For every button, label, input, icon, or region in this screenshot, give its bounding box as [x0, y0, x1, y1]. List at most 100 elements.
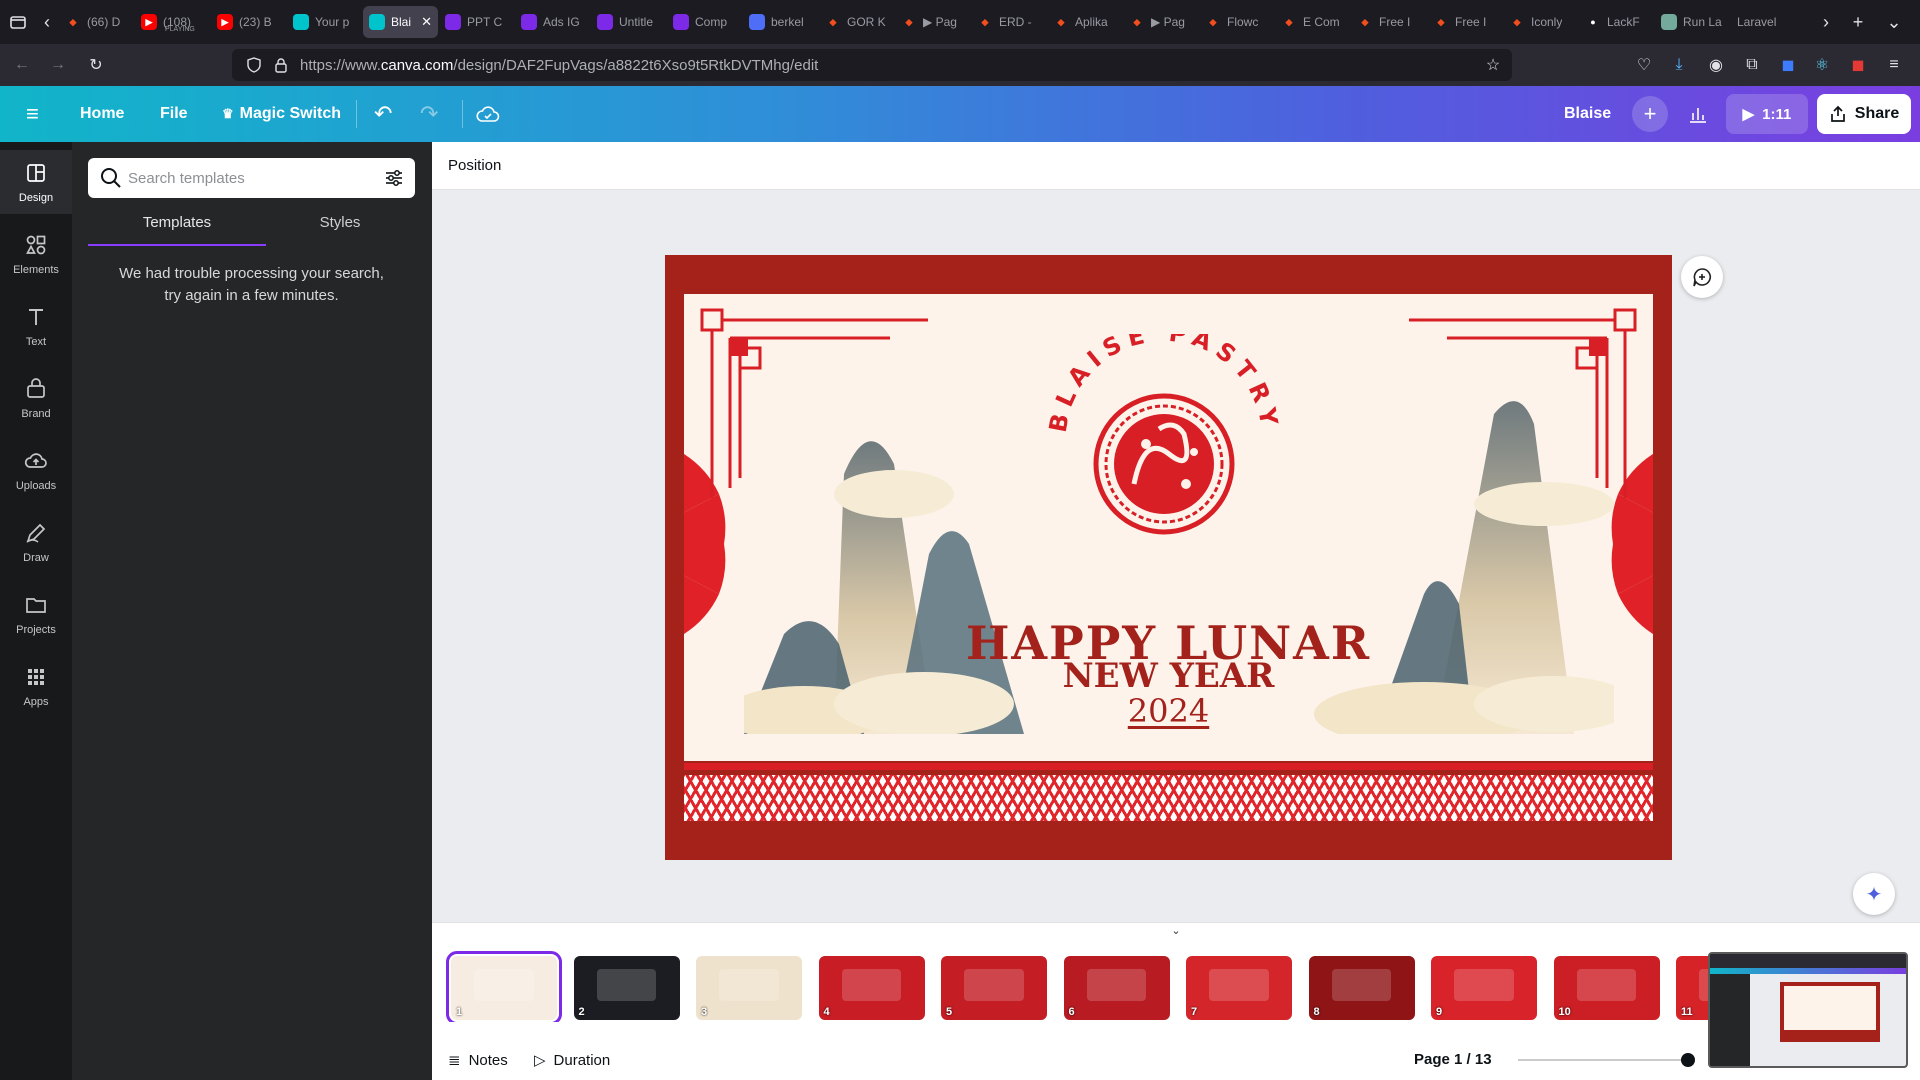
- rail-item-label: Projects: [16, 623, 56, 636]
- page-thumbnail[interactable]: 2: [573, 956, 680, 1020]
- tab-templates[interactable]: Templates: [88, 214, 266, 246]
- rail-item-brand[interactable]: Brand: [0, 366, 72, 430]
- rail-item-apps[interactable]: Apps: [0, 654, 72, 718]
- add-collaborator-icon[interactable]: +: [1632, 96, 1668, 132]
- forward-icon[interactable]: →: [48, 55, 68, 75]
- undo-icon[interactable]: ↶: [374, 86, 392, 142]
- redo-icon[interactable]: ↷: [420, 86, 438, 142]
- menu-icon[interactable]: ≡: [1884, 55, 1904, 75]
- browser-tab[interactable]: ◆ ERD -: [971, 6, 1046, 38]
- browser-tab[interactable]: ◆ Free I: [1351, 6, 1426, 38]
- rail-item-design[interactable]: Design: [0, 150, 72, 214]
- search-input[interactable]: Search templates: [88, 158, 415, 198]
- zoom-slider-handle[interactable]: [1681, 1053, 1695, 1067]
- year-text[interactable]: 2024: [684, 692, 1653, 730]
- magic-switch-label: Magic Switch: [239, 105, 342, 122]
- page-thumbnail[interactable]: 4: [818, 956, 925, 1020]
- file-button[interactable]: File: [160, 86, 188, 142]
- position-button[interactable]: Position: [448, 157, 501, 174]
- back-icon[interactable]: ←: [12, 55, 32, 75]
- present-time: 1:11: [1762, 105, 1792, 123]
- browser-tab-title: ERD -: [999, 15, 1032, 29]
- browser-tab[interactable]: ◆ Iconly: [1503, 6, 1578, 38]
- bookmark-star-icon[interactable]: ☆: [1483, 55, 1503, 75]
- magic-switch-button[interactable]: ♛ Magic Switch: [222, 86, 341, 142]
- headline-line-2[interactable]: NEW YEAR: [684, 656, 1653, 696]
- page-thumbnail[interactable]: 10: [1553, 956, 1660, 1020]
- home-button[interactable]: Home: [80, 86, 124, 142]
- browser-tab[interactable]: Run La: [1655, 6, 1730, 38]
- browser-tab[interactable]: Laravel: [1731, 6, 1806, 38]
- tab-overflow-icon[interactable]: ⌄: [1876, 6, 1912, 38]
- zoom-slider-track[interactable]: [1518, 1059, 1688, 1061]
- browser-tab[interactable]: ◆ GOR K: [819, 6, 894, 38]
- rail-item-draw[interactable]: Draw: [0, 510, 72, 574]
- browser-tab[interactable]: Your p: [287, 6, 362, 38]
- reload-icon[interactable]: ↻: [86, 55, 106, 75]
- insights-icon[interactable]: [1680, 96, 1716, 132]
- rail-item-uploads[interactable]: Uploads: [0, 438, 72, 502]
- left-rail: Design Elements Text Brand Uploads Draw Projec…: [0, 142, 72, 1080]
- add-comment-icon[interactable]: [1681, 256, 1723, 298]
- browser-tab[interactable]: berkel: [743, 6, 818, 38]
- browser-tab[interactable]: ◆ Free I: [1427, 6, 1502, 38]
- figma-icon: ◆: [1285, 16, 1293, 27]
- filter-icon[interactable]: [384, 168, 404, 192]
- tab-scroll-right-icon[interactable]: ›: [1808, 6, 1844, 38]
- browser-tab[interactable]: ◆ ▶ Pag: [895, 6, 970, 38]
- duration-button[interactable]: ▷ Duration: [534, 1050, 610, 1070]
- react-devtools-icon[interactable]: ⚛: [1812, 55, 1832, 75]
- browser-tab[interactable]: ◆ ▶ Pag: [1123, 6, 1198, 38]
- page-thumbnail[interactable]: 6: [1063, 956, 1170, 1020]
- crown-icon: ♛: [222, 106, 234, 121]
- page-thumbnail[interactable]: 7: [1186, 956, 1292, 1020]
- address-bar[interactable]: https://www.canva.com/design/DAF2FupVags…: [232, 49, 1512, 81]
- browser-tab[interactable]: Comp: [667, 6, 742, 38]
- page-thumbnail[interactable]: 3: [696, 956, 802, 1020]
- browser-tab[interactable]: Ads IG: [515, 6, 590, 38]
- browser-tab[interactable]: ▶ (108) PLAYING: [135, 6, 210, 38]
- browser-tab[interactable]: Blai ✕: [363, 6, 438, 38]
- page-thumbnail[interactable]: 5: [941, 956, 1047, 1020]
- browser-tab[interactable]: ◆ E Com: [1275, 6, 1350, 38]
- browser-tab[interactable]: ◆ Flowc: [1199, 6, 1274, 38]
- page-thumbnail[interactable]: 9: [1431, 956, 1537, 1020]
- tab-list-icon[interactable]: [0, 6, 36, 38]
- expand-pages-chevron-icon[interactable]: ⌄: [1136, 924, 1216, 938]
- browser-tab[interactable]: PPT C: [439, 6, 514, 38]
- browser-tab[interactable]: ● LackF: [1579, 6, 1654, 38]
- browser-tab[interactable]: ◆ Aplika: [1047, 6, 1122, 38]
- search-placeholder: Search templates: [128, 169, 245, 187]
- main-menu-icon[interactable]: ≡: [26, 86, 39, 142]
- browser-tab[interactable]: Untitle: [591, 6, 666, 38]
- new-tab-icon[interactable]: +: [1840, 6, 1876, 38]
- share-button[interactable]: Share: [1817, 94, 1911, 134]
- tab-scroll-left-icon[interactable]: ‹: [36, 6, 58, 38]
- account-icon[interactable]: ◉: [1706, 55, 1726, 75]
- extensions-icon[interactable]: ⧉: [1742, 55, 1762, 75]
- extension-red-icon[interactable]: ◼: [1848, 55, 1868, 75]
- page-thumbnail[interactable]: 8: [1308, 956, 1415, 1020]
- rail-item-text[interactable]: Text: [0, 294, 72, 358]
- close-tab-icon[interactable]: ✕: [421, 14, 432, 30]
- cloud-saved-icon[interactable]: [476, 86, 500, 142]
- page-number: 1: [456, 1006, 463, 1018]
- browser-tab[interactable]: ◆ (66) D: [59, 6, 134, 38]
- user-name[interactable]: Blaise: [1564, 86, 1611, 142]
- rail-item-elements[interactable]: Elements: [0, 222, 72, 286]
- magic-assistant-icon[interactable]: ✦: [1853, 873, 1895, 915]
- page-indicator[interactable]: Page 1 / 13: [1414, 1051, 1492, 1068]
- figma-icon: ◆: [69, 16, 77, 27]
- pocket-icon[interactable]: ♡: [1634, 55, 1654, 75]
- extension-blue-icon[interactable]: ◼: [1778, 55, 1798, 75]
- notes-button[interactable]: ≣ Notes: [448, 1050, 508, 1070]
- present-button[interactable]: ▶ 1:11: [1726, 94, 1808, 134]
- rail-item-projects[interactable]: Projects: [0, 582, 72, 646]
- duration-icon: ▷: [534, 1052, 546, 1069]
- browser-tab-title: (66) D: [87, 15, 121, 29]
- browser-tab[interactable]: ▶ (23) B: [211, 6, 286, 38]
- downloads-icon[interactable]: ⤓: [1669, 55, 1689, 75]
- design-page[interactable]: BLAISE PASTRY HAPPY LUNAR NEW YEAR 2024: [665, 255, 1672, 860]
- tab-styles[interactable]: Styles: [266, 214, 414, 246]
- page-thumbnail[interactable]: 1: [446, 951, 562, 1025]
